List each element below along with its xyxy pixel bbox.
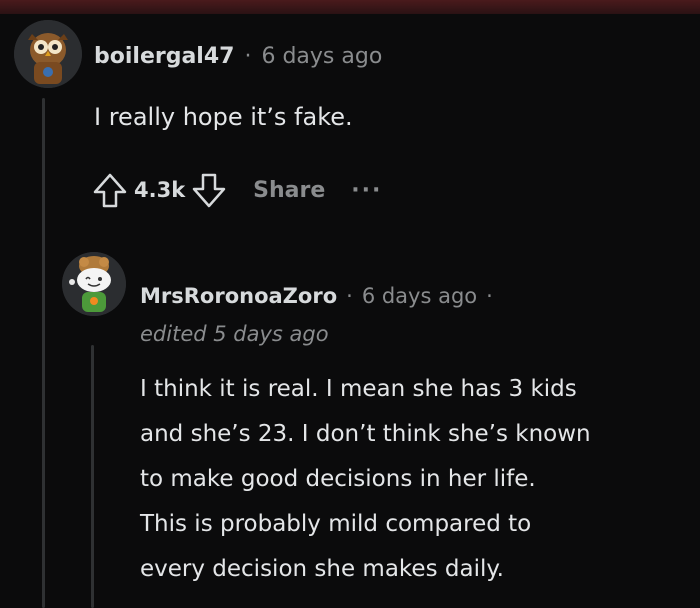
upvote-icon[interactable] <box>90 170 130 210</box>
owl-avatar-icon[interactable] <box>14 20 82 88</box>
meta-separator: · <box>346 284 353 308</box>
downvote-icon[interactable] <box>189 170 229 210</box>
comment-meta: MrsRoronoaZoro · 6 days ago · <box>140 284 493 308</box>
comment-body-line: This is probably mild compared to <box>140 511 532 537</box>
thread-collapse-line[interactable] <box>91 345 94 608</box>
comment-body-line: every decision she makes daily. <box>140 556 504 582</box>
comment-meta: boilergal47 · 6 days ago <box>94 44 382 69</box>
comment-body-line: I think it is real. I mean she has 3 kid… <box>140 376 577 402</box>
share-button[interactable]: Share <box>253 178 325 203</box>
username-link[interactable]: MrsRoronoaZoro <box>140 284 337 308</box>
comment-actions: 4.3k Share ··· <box>90 170 382 210</box>
timestamp[interactable]: 6 days ago <box>261 44 382 69</box>
timestamp[interactable]: 6 days ago <box>362 284 477 308</box>
username-link[interactable]: boilergal47 <box>94 44 234 69</box>
meta-separator: · <box>244 44 252 69</box>
snoo-avatar-icon[interactable] <box>62 252 126 316</box>
thread-collapse-line[interactable] <box>42 98 45 608</box>
edited-label: edited 5 days ago <box>140 322 329 346</box>
vote-score: 4.3k <box>134 178 186 202</box>
more-options-button[interactable]: ··· <box>351 178 382 203</box>
comment-body-line: and she’s 23. I don’t think she’s known <box>140 421 591 447</box>
meta-separator: · <box>486 284 493 308</box>
comment-thread: boilergal47 · 6 days ago I really hope i… <box>0 0 700 608</box>
comment-body-line: to make good decisions in her life. <box>140 466 536 492</box>
comment-body: I really hope it’s fake. <box>94 103 353 131</box>
